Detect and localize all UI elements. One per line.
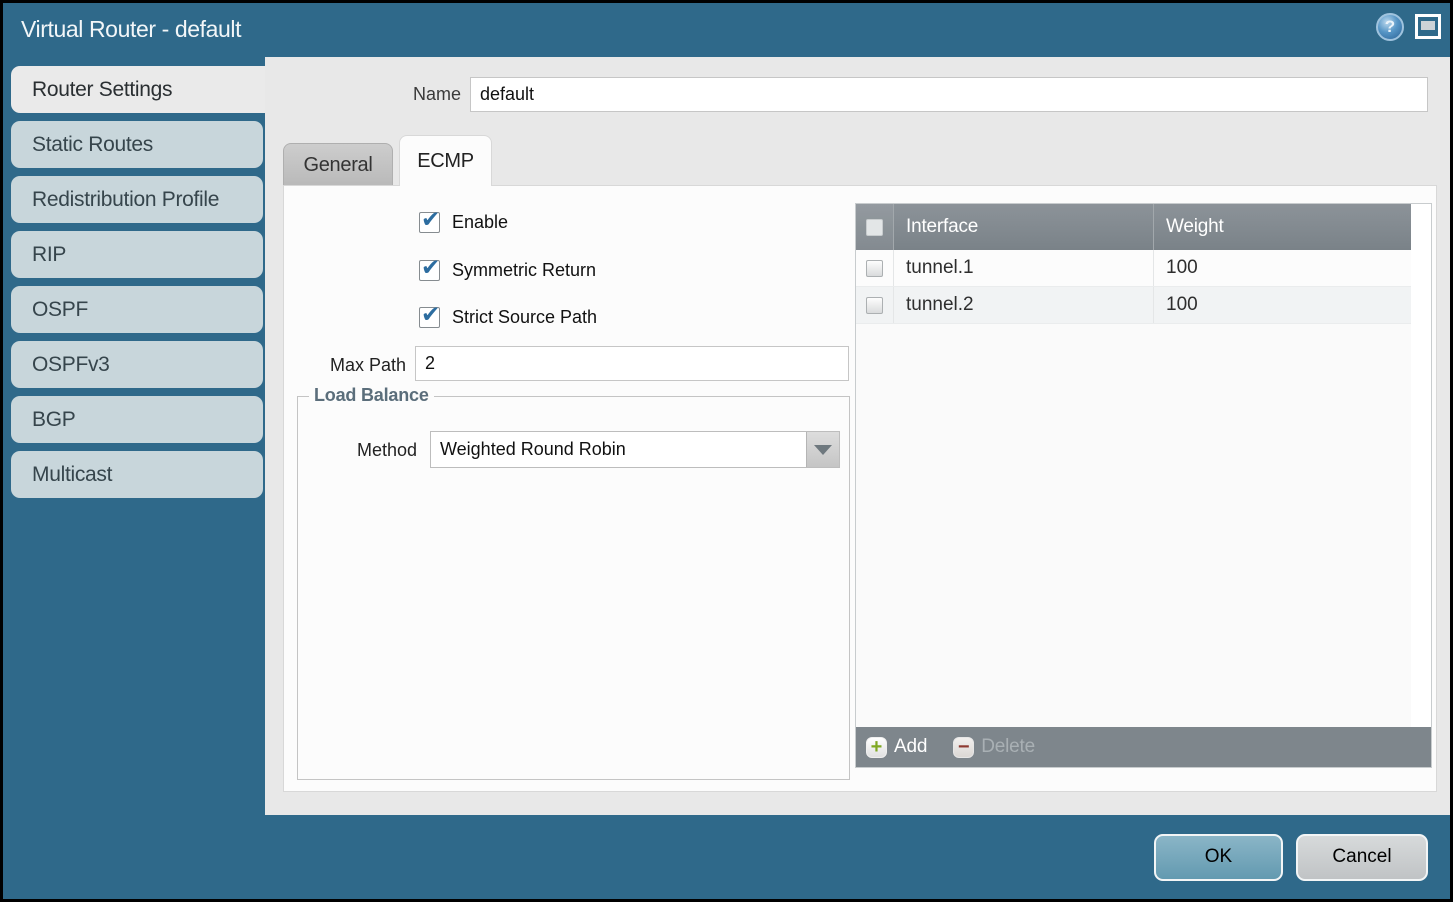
ecmp-tab-panel: Enable Symmetric Return Strict Source Pa… (283, 185, 1437, 792)
symmetric-return-row: Symmetric Return (419, 258, 596, 282)
dialog-title: Virtual Router - default (21, 16, 241, 43)
add-button[interactable]: + Add (866, 736, 927, 758)
table-header-row: Interface Weight (856, 204, 1411, 250)
row-select-cell (856, 287, 894, 323)
row-checkbox[interactable] (866, 297, 883, 314)
select-all-checkbox[interactable] (866, 219, 883, 236)
title-bar: Virtual Router - default ? (3, 3, 1450, 57)
symmetric-return-checkbox[interactable] (419, 260, 440, 281)
interface-table-grid: Interface Weight tunnel.1 100 (856, 204, 1411, 727)
max-path-label: Max Path (284, 355, 406, 376)
help-icon[interactable]: ? (1376, 13, 1404, 41)
delete-button[interactable]: − Delete (953, 736, 1035, 758)
virtual-router-dialog: Virtual Router - default ? Router Settin… (3, 3, 1450, 899)
cell-weight: 100 (1154, 287, 1411, 323)
method-selected-value: Weighted Round Robin (431, 432, 806, 467)
cancel-button[interactable]: Cancel (1296, 834, 1428, 881)
minus-icon: − (953, 737, 974, 758)
strict-source-path-checkbox[interactable] (419, 307, 440, 328)
table-empty-area (856, 324, 1411, 727)
add-button-label: Add (894, 736, 927, 758)
name-label: Name (395, 84, 461, 105)
enable-checkbox[interactable] (419, 212, 440, 233)
enable-row: Enable (419, 210, 508, 234)
window-restore-icon[interactable] (1415, 14, 1441, 39)
column-header-interface[interactable]: Interface (894, 204, 1154, 250)
sidebar-item-multicast[interactable]: Multicast (11, 451, 263, 498)
interface-table: Interface Weight tunnel.1 100 (855, 203, 1432, 768)
cell-interface: tunnel.2 (894, 287, 1154, 323)
chevron-down-icon (814, 445, 832, 455)
method-label: Method (298, 440, 417, 461)
strict-source-path-row: Strict Source Path (419, 305, 597, 329)
ok-button[interactable]: OK (1154, 834, 1283, 881)
method-dropdown-button[interactable] (806, 432, 839, 467)
sidebar-item-rip[interactable]: RIP (11, 231, 263, 278)
sidebar-item-ospfv3[interactable]: OSPFv3 (11, 341, 263, 388)
symmetric-return-label: Symmetric Return (452, 260, 596, 281)
name-input[interactable] (470, 77, 1428, 112)
cell-weight: 100 (1154, 250, 1411, 286)
tab-ecmp[interactable]: ECMP (399, 135, 492, 186)
cell-interface: tunnel.1 (894, 250, 1154, 286)
sidebar-item-redistribution-profile[interactable]: Redistribution Profile (11, 176, 263, 223)
row-checkbox[interactable] (866, 260, 883, 277)
load-balance-fieldset: Load Balance Method Weighted Round Robin (297, 396, 850, 780)
delete-button-label: Delete (981, 736, 1035, 758)
enable-label: Enable (452, 212, 508, 233)
sidebar-item-ospf[interactable]: OSPF (11, 286, 263, 333)
sidebar-item-static-routes[interactable]: Static Routes (11, 121, 263, 168)
max-path-input[interactable] (415, 346, 849, 381)
sidebar-item-bgp[interactable]: BGP (11, 396, 263, 443)
table-toolbar: + Add − Delete (856, 727, 1431, 767)
strict-source-path-label: Strict Source Path (452, 307, 597, 328)
plus-icon: + (866, 737, 887, 758)
dialog-main: Router Settings Static Routes Redistribu… (3, 57, 1450, 815)
table-row[interactable]: tunnel.2 100 (856, 287, 1411, 324)
sidebar: Router Settings Static Routes Redistribu… (3, 57, 265, 815)
interface-table-main: Interface Weight tunnel.1 100 (856, 204, 1431, 727)
column-header-weight[interactable]: Weight (1154, 204, 1411, 250)
dialog-body: Name General ECMP Enable Symmetric Retur… (265, 57, 1450, 815)
dialog-footer: OK Cancel (3, 815, 1450, 899)
table-row[interactable]: tunnel.1 100 (856, 250, 1411, 287)
table-scrollbar-track (1411, 204, 1431, 727)
method-dropdown[interactable]: Weighted Round Robin (430, 431, 840, 468)
row-select-cell (856, 250, 894, 286)
sidebar-item-router-settings[interactable]: Router Settings (11, 66, 265, 113)
load-balance-legend: Load Balance (309, 385, 434, 406)
select-all-cell (856, 204, 894, 250)
tab-general[interactable]: General (283, 143, 393, 186)
